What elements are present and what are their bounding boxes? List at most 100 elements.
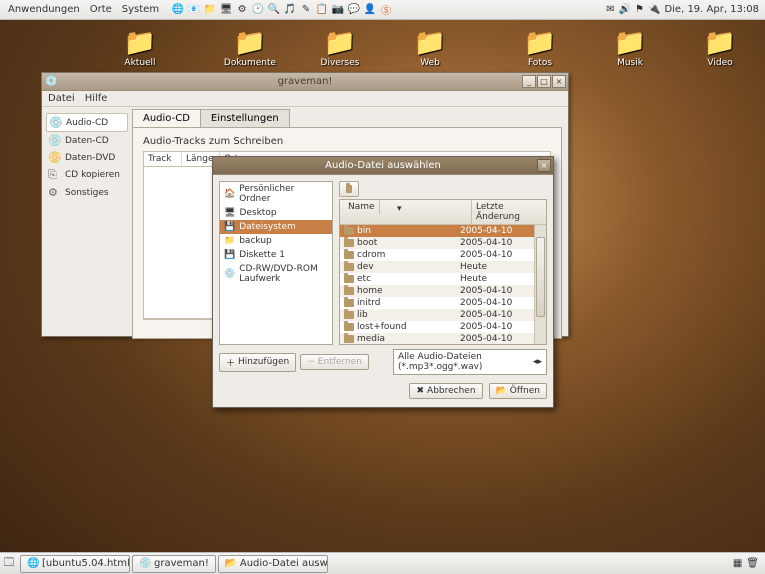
place-item[interactable]: 💾Dateisystem [220,220,332,234]
desktop-icon-diverses[interactable]: 📁Diverses [310,28,370,68]
path-toolbar [339,181,547,197]
scrollbar-thumb[interactable] [536,237,545,317]
workspace-switcher[interactable]: ▦ [733,558,742,569]
scrollbar[interactable] [534,225,546,345]
launcher-icon[interactable]: 📋 [315,3,329,17]
launcher-icon[interactable]: Ⓢ [379,3,393,17]
minimize-button[interactable]: _ [522,75,536,88]
cd-icon: 💿 [48,134,61,147]
launcher-icon[interactable]: ⚙ [235,3,249,17]
col-modified[interactable]: Letzte Änderung [472,200,546,224]
folder-icon [344,239,354,247]
launcher-icon[interactable]: ✎ [299,3,313,17]
tab-settings[interactable]: Einstellungen [200,109,290,127]
close-button[interactable]: × [537,159,551,172]
titlebar[interactable]: Audio-Datei auswählen × [213,157,553,175]
system-menus: Anwendungen Orte System [0,2,163,17]
launcher-icon[interactable]: 🌐 [171,3,185,17]
plus-icon: ＋ [226,356,235,369]
launcher-icon[interactable]: 🎵 [283,3,297,17]
file-row[interactable]: lost+found2005-04-10 [340,321,534,333]
taskbar-button[interactable]: 💿graveman! [132,555,216,573]
tab-audio-cd[interactable]: Audio-CD [132,109,201,127]
file-list: Name ▾ Letzte Änderung bin2005-04-10boot… [339,199,547,345]
launcher-icon[interactable]: 🕑 [251,3,265,17]
sidebar-item-other[interactable]: ⚙Sonstiges [46,184,128,201]
launcher-icon[interactable]: 👤 [363,3,377,17]
tabs: Audio-CD Einstellungen [132,109,562,127]
file-row[interactable]: home2005-04-10 [340,285,534,297]
tray-icon[interactable]: ⚑ [635,4,644,15]
launcher-icon[interactable]: 🖥 [219,3,233,17]
cancel-button[interactable]: ✖Abbrechen [409,383,482,399]
tray-icon[interactable]: 🔊 [619,4,631,15]
taskbar-button[interactable]: 🌐[ubuntu5.04.html - ... [20,555,130,573]
file-row[interactable]: lib2005-04-10 [340,309,534,321]
desktop-icon-aktuell[interactable]: 📁Aktuell [110,28,170,68]
cancel-icon: ✖ [416,386,424,396]
place-item[interactable]: 💿CD-RW/DVD-ROM Laufwerk [220,262,332,286]
sidebar-item-audio-cd[interactable]: 💿Audio-CD [46,113,128,132]
desktop: 📁Aktuell 📁Dokumente 📁Diverses 📁Web 📁Foto… [0,28,765,68]
filter-combo[interactable]: Alle Audio-Dateien (*.mp3*.ogg*.wav)◂▸ [393,349,547,375]
place-item[interactable]: 🖥Desktop [220,206,332,220]
clock[interactable]: Die, 19. Apr, 13:08 [664,4,759,15]
folder-icon: 📁 [702,28,738,58]
maximize-button[interactable]: □ [537,75,551,88]
taskbar-button[interactable]: 📂Audio-Datei auswäh... [218,555,328,573]
top-panel: Anwendungen Orte System 🌐 📧 📁 🖥 ⚙ 🕑 🔍 🎵 … [0,0,765,20]
folder-icon: 📁 [224,236,235,246]
desktop-icon-fotos[interactable]: 📁Fotos [510,28,570,68]
folder-icon [344,287,354,295]
folder-icon: 📁 [412,28,448,58]
desktop-icon-musik[interactable]: 📁Musik [600,28,660,68]
dvd-icon: 📀 [48,151,61,164]
open-icon: 📂 [496,386,507,396]
menu-applications[interactable]: Anwendungen [4,2,84,17]
place-item[interactable]: 💾Diskette 1 [220,248,332,262]
menu-system[interactable]: System [118,2,163,17]
launcher-icon[interactable]: 📁 [203,3,217,17]
trash-icon[interactable]: 🗑 [746,558,759,569]
app-icon: 🌐 [27,558,39,570]
sidebar-item-data-cd[interactable]: 💿Daten-CD [46,132,128,149]
gear-icon: ⚙ [48,186,61,199]
desktop-icon-video[interactable]: 📁Video [690,28,750,68]
desktop-icon-dokumente[interactable]: 📁Dokumente [220,28,280,68]
launcher-icon[interactable]: 🔍 [267,3,281,17]
titlebar[interactable]: 💿 graveman! _ □ × [42,73,568,91]
chevron-icon: ◂▸ [533,357,542,367]
col-name[interactable]: Name ▾ [340,200,472,224]
folder-icon: 📁 [122,28,158,58]
folder-icon [344,335,354,343]
place-item[interactable]: 📁backup [220,234,332,248]
menu-places[interactable]: Orte [86,2,116,17]
desktop-icon: 🖥 [224,208,235,218]
file-row[interactable]: etcHeute [340,273,534,285]
path-segment-button[interactable] [339,181,359,197]
tray-icon[interactable]: ✉ [606,4,614,15]
file-row[interactable]: media2005-04-10 [340,333,534,345]
sidebar-item-copy-cd[interactable]: ⎘CD kopieren [46,166,128,184]
col-track[interactable]: Track [144,152,182,166]
close-button[interactable]: × [552,75,566,88]
open-button[interactable]: 📂Öffnen [489,383,547,399]
file-row[interactable]: bin2005-04-10 [340,225,534,237]
menu-file[interactable]: Datei [48,93,75,104]
file-row[interactable]: boot2005-04-10 [340,237,534,249]
place-item[interactable]: 🏠Persönlicher Ordner [220,182,332,206]
menu-help[interactable]: Hilfe [85,93,108,104]
launcher-icon[interactable]: 💬 [347,3,361,17]
launcher-icon[interactable]: 📧 [187,3,201,17]
show-desktop-button[interactable]: 🗔 [0,555,18,572]
disk-icon: 💾 [224,222,235,232]
file-row[interactable]: devHeute [340,261,534,273]
tray-icon[interactable]: 🔌 [648,4,660,15]
sidebar-item-data-dvd[interactable]: 📀Daten-DVD [46,149,128,166]
add-place-button[interactable]: ＋Hinzufügen [219,353,296,372]
desktop-icon-web[interactable]: 📁Web [400,28,460,68]
file-row[interactable]: cdrom2005-04-10 [340,249,534,261]
file-rows[interactable]: bin2005-04-10boot2005-04-10cdrom2005-04-… [340,225,534,345]
launcher-icon[interactable]: 📷 [331,3,345,17]
file-row[interactable]: initrd2005-04-10 [340,297,534,309]
